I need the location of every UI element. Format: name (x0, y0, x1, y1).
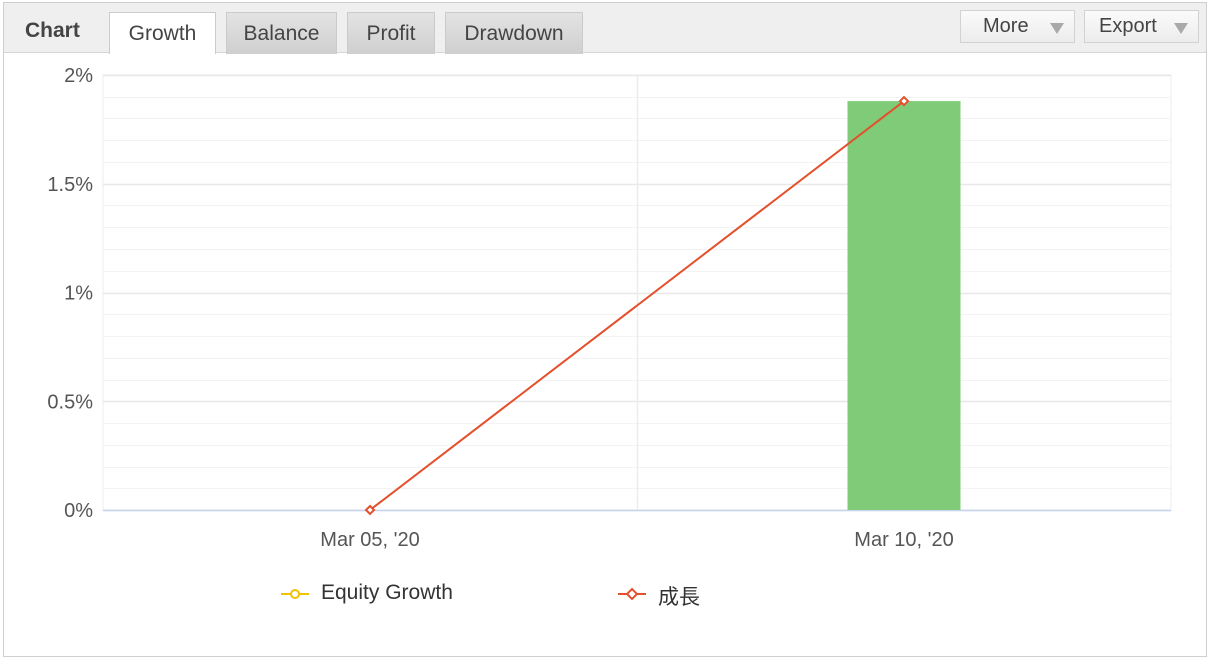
chart-grid (102, 74, 1172, 512)
legend-label: Equity Growth (321, 581, 453, 604)
legend-diamond-marker-icon (618, 587, 646, 601)
chart-bars (847, 101, 961, 510)
y-axis-ticks: 0% 0.5% 1% 1.5% 2% (47, 65, 93, 522)
y-tick-label: 2% (64, 65, 93, 87)
bar-1 (847, 101, 961, 510)
y-tick-label: 0% (64, 500, 93, 522)
x-tick-label: Mar 05, '20 (320, 529, 419, 551)
growth-chart: 0% 0.5% 1% 1.5% 2% Mar 05, '20 Mar 10, '20 (47, 65, 1172, 551)
legend-line-marker-icon (281, 589, 309, 599)
legend-label: 成長 (658, 586, 700, 609)
x-tick-label: Mar 10, '20 (854, 529, 953, 551)
y-tick-label: 0.5% (47, 391, 93, 413)
x-axis-ticks: Mar 05, '20 Mar 10, '20 (320, 529, 953, 551)
y-tick-label: 1.5% (47, 174, 93, 196)
y-tick-label: 1% (64, 283, 93, 305)
